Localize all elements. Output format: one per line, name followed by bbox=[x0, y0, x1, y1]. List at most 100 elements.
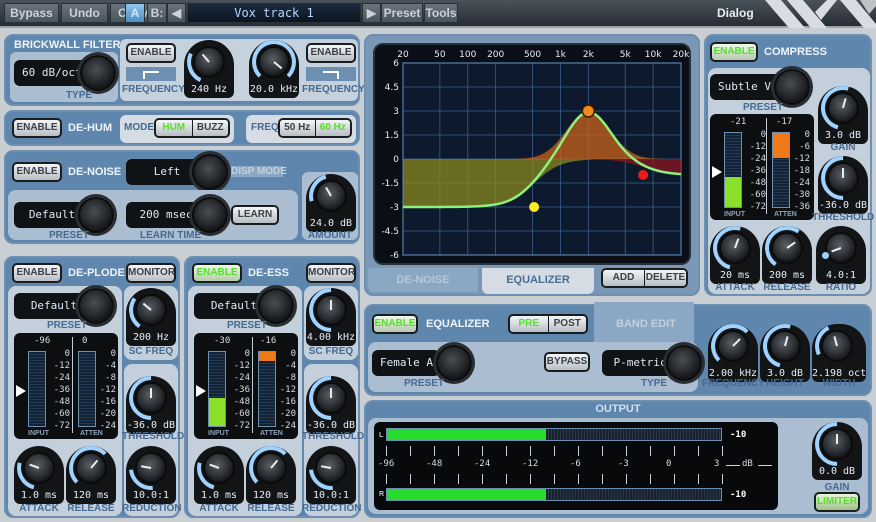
tools-menu-button[interactable]: Tools bbox=[424, 3, 458, 23]
band-width-knob[interactable]: 2.198 oct bbox=[812, 324, 866, 382]
deplode-reduction-knob[interactable]: 10.0:1 bbox=[126, 446, 176, 504]
mode-buzz-option[interactable]: BUZZ bbox=[193, 120, 229, 136]
filter-type-knob[interactable] bbox=[80, 55, 116, 91]
highpass-enable-button[interactable]: ENABLE bbox=[126, 43, 176, 63]
deplode-threshold-value: -36.0 dB bbox=[126, 420, 176, 431]
deplode-threshold-knob[interactable]: -36.0 dB bbox=[126, 376, 176, 434]
undo-button[interactable]: Undo bbox=[61, 3, 108, 23]
compress-enable-button[interactable]: ENABLE bbox=[710, 42, 758, 62]
eq-curve-plot[interactable]: 20501002005001k2k5k10k20k64.531.50-1.5-3… bbox=[375, 45, 693, 267]
deess-enable-button[interactable]: ENABLE bbox=[192, 263, 242, 283]
deplode-sc-freq-knob[interactable]: 200 Hz bbox=[126, 288, 176, 346]
pre-option[interactable]: PRE bbox=[510, 316, 549, 332]
deplode-threshold-label: THRESHOLD bbox=[122, 431, 180, 442]
y-tick-label: 4.5 bbox=[385, 83, 399, 93]
dehum-panel: ENABLE DE-HUM MODE HUM BUZZ FREQ 50 Hz 6… bbox=[4, 110, 360, 146]
output-scale-tick bbox=[554, 474, 555, 484]
eq-band-handle-3[interactable] bbox=[638, 170, 648, 180]
deess-threshold-pointer-icon[interactable] bbox=[196, 385, 206, 397]
equalizer-preset-select[interactable]: Female Anno... bbox=[372, 350, 440, 376]
equalizer-enable-button[interactable]: ENABLE bbox=[372, 314, 418, 334]
learn-time-knob[interactable] bbox=[192, 197, 228, 233]
deplode-preset-knob[interactable] bbox=[78, 288, 114, 324]
highpass-frequency-knob[interactable]: 240 Hz bbox=[184, 40, 234, 98]
limiter-button[interactable]: LIMITER bbox=[814, 492, 860, 512]
deplode-enable-button[interactable]: ENABLE bbox=[12, 263, 62, 283]
compress-ratio-knob[interactable]: 4.0:1 bbox=[816, 226, 866, 284]
arrow-left-icon: ◀ bbox=[172, 6, 181, 20]
eq-graph[interactable]: 20501002005001k2k5k10k20k64.531.50-1.5-3… bbox=[373, 43, 691, 265]
meter-scale-label: -60 bbox=[228, 408, 250, 420]
band-type-knob[interactable] bbox=[666, 345, 702, 381]
deplode-attack-knob[interactable]: 1.0 ms bbox=[14, 446, 64, 504]
compress-atten-readout: -17 bbox=[776, 117, 792, 127]
next-preset-button[interactable]: ▶ bbox=[362, 3, 381, 23]
band-height-knob[interactable]: 3.0 dB bbox=[760, 324, 810, 382]
deess-title: DE-ESS bbox=[248, 267, 289, 279]
deess-threshold-knob[interactable]: -36.0 dB bbox=[306, 376, 356, 434]
meter-scale-label: 0 bbox=[94, 348, 116, 360]
learn-button[interactable]: LEARN bbox=[231, 205, 279, 225]
deess-preset-knob[interactable] bbox=[258, 288, 294, 324]
compress-attack-knob[interactable]: 20 ms bbox=[710, 226, 760, 284]
deess-reduction-value: 10.0:1 bbox=[306, 490, 356, 501]
deess-attack-knob[interactable]: 1.0 ms bbox=[194, 446, 244, 504]
equalizer-title: EQUALIZER bbox=[426, 318, 490, 330]
denoise-title: DE-NOISE bbox=[68, 166, 121, 178]
delete-band-button[interactable]: DELETE bbox=[645, 270, 686, 286]
bypass-button[interactable]: Bypass bbox=[4, 3, 59, 23]
x-tick-label: 50 bbox=[434, 50, 446, 60]
dehum-title: DE-HUM bbox=[68, 122, 112, 134]
band-bypass-button[interactable]: BYPASS bbox=[544, 352, 590, 372]
compress-threshold-knob[interactable]: -36.0 dB bbox=[818, 156, 868, 214]
compress-gain-knob[interactable]: 3.0 dB bbox=[818, 86, 868, 144]
equalizer-preset-knob[interactable] bbox=[436, 345, 472, 381]
preset-menu-button[interactable]: Preset bbox=[381, 3, 423, 23]
lowpass-enable-button[interactable]: ENABLE bbox=[306, 43, 356, 63]
deess-reduction-knob[interactable]: 10.0:1 bbox=[306, 446, 356, 504]
ab-a-button[interactable]: A bbox=[125, 3, 145, 23]
eq-band-handle-2[interactable] bbox=[582, 105, 594, 117]
x-tick-label: 500 bbox=[524, 50, 541, 60]
output-scale-tick bbox=[458, 474, 459, 484]
prev-preset-button[interactable]: ◀ bbox=[167, 3, 186, 23]
lowpass-frequency-knob[interactable]: 20.0 kHz bbox=[249, 40, 299, 98]
eq-band-handle-1[interactable] bbox=[529, 202, 539, 212]
deplode-release-knob[interactable]: 120 ms bbox=[66, 446, 116, 504]
freq-50hz-option[interactable]: 50 Hz bbox=[280, 120, 316, 136]
denoise-enable-button[interactable]: ENABLE bbox=[12, 162, 62, 182]
post-option[interactable]: POST bbox=[549, 316, 587, 332]
preset-name-display[interactable]: Vox track 1 bbox=[187, 3, 361, 23]
denoise-preset-knob[interactable] bbox=[78, 197, 114, 233]
deplode-threshold-pointer-icon[interactable] bbox=[16, 385, 26, 397]
deess-sc-freq-knob[interactable]: 4.00 kHz bbox=[306, 288, 356, 346]
compress-preset-knob[interactable] bbox=[774, 69, 810, 105]
compress-meter: -21 -17 0-12-24-36-48-60-72 0-6-12-18-24… bbox=[710, 114, 814, 220]
deess-monitor-button[interactable]: MONITOR bbox=[306, 263, 356, 283]
meter-scale-label: -60 bbox=[48, 408, 70, 420]
meter-scale-label: -24 bbox=[788, 177, 810, 189]
disp-mode-knob[interactable] bbox=[192, 154, 228, 190]
dehum-enable-button[interactable]: ENABLE bbox=[12, 118, 62, 138]
right-channel-label: R bbox=[379, 491, 384, 498]
output-scale-tick bbox=[626, 474, 627, 484]
ab-b-button[interactable]: B: bbox=[147, 3, 167, 23]
compress-release-knob[interactable]: 200 ms bbox=[762, 226, 812, 284]
deplode-monitor-button[interactable]: MONITOR bbox=[126, 263, 176, 283]
brickwall-filter-panel: BRICKWALL FILTER 60 dB/oct TYPE ENABLE F… bbox=[4, 34, 360, 106]
output-scale-tick bbox=[698, 474, 699, 484]
deess-release-knob[interactable]: 120 ms bbox=[246, 446, 296, 504]
left-peak-readout: -10 bbox=[730, 430, 746, 440]
band-frequency-knob[interactable]: 2.00 kHz bbox=[708, 324, 758, 382]
tab-denoise[interactable]: DE-NOISE bbox=[368, 268, 478, 292]
tab-equalizer[interactable]: EQUALIZER bbox=[482, 268, 594, 294]
deess-attack-label: ATTACK bbox=[192, 503, 246, 514]
freq-60hz-option[interactable]: 60 Hz bbox=[316, 120, 351, 136]
compress-attack-label: ATTACK bbox=[708, 282, 762, 293]
amount-knob[interactable]: 24.0 dB bbox=[306, 174, 356, 232]
output-gain-knob[interactable]: 0.0 dB bbox=[812, 422, 862, 480]
add-band-button[interactable]: ADD bbox=[603, 270, 645, 286]
mode-hum-option[interactable]: HUM bbox=[156, 120, 193, 136]
compress-threshold-pointer-icon[interactable] bbox=[712, 166, 722, 178]
output-scale-tick bbox=[626, 446, 627, 456]
